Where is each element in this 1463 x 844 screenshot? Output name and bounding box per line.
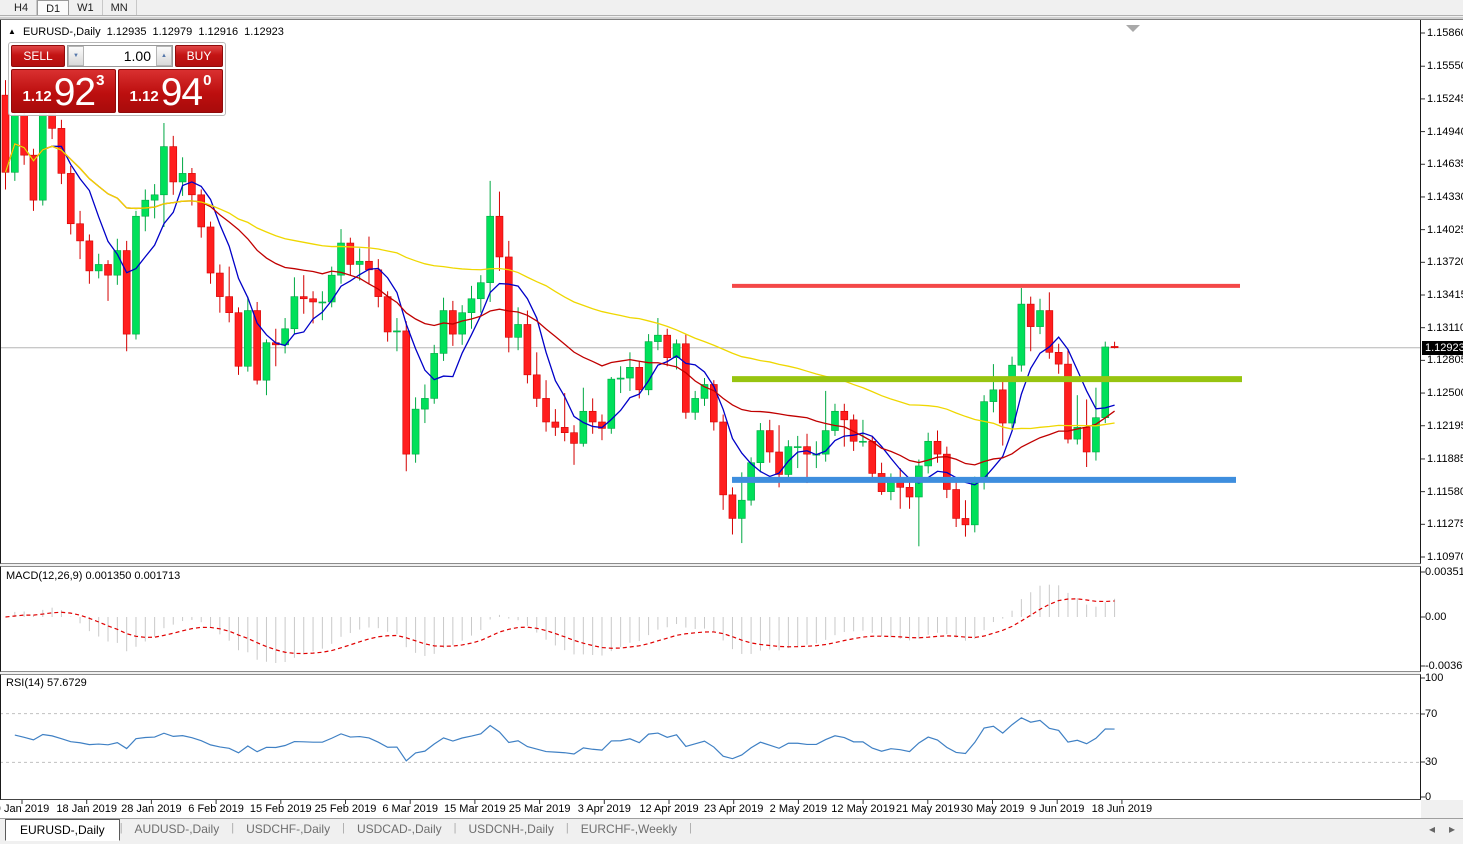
tab-scroll-right-icon[interactable]: ▸: [1449, 822, 1455, 836]
chart-canvas[interactable]: [0, 0, 1463, 844]
volume-stepper: ▼ 1.00 ▲: [67, 45, 173, 67]
price-axis-label: 1.11885: [1427, 453, 1463, 465]
date-label: 15 Feb 2019: [250, 803, 312, 815]
date-label: 21 May 2019: [896, 803, 960, 815]
price-axis-label: 1.14025: [1427, 224, 1463, 236]
macd-axis-label: -0.00367: [1425, 660, 1463, 672]
macd-label: MACD(12,26,9) 0.001350 0.001713: [6, 570, 180, 582]
macd-axis-label: 0.00: [1425, 611, 1446, 623]
sell-price-big: 92: [54, 77, 95, 108]
buy-price-pip: 0: [203, 73, 211, 88]
price-axis-label: 1.15550: [1427, 60, 1463, 72]
rsi-axis-label: 70: [1425, 708, 1437, 720]
ohlc-open: 1.12935: [107, 26, 147, 38]
date-label: 28 Jan 2019: [121, 803, 182, 815]
ohlc-close: 1.12923: [244, 26, 284, 38]
price-axis-label: 1.15860: [1427, 27, 1463, 39]
rsi-label: RSI(14) 57.6729: [6, 677, 87, 689]
symbol-tab-usdcad[interactable]: USDCAD-,Daily: [345, 819, 454, 839]
symbol-tab-usdchf[interactable]: USDCHF-,Daily: [234, 819, 342, 839]
sell-button[interactable]: SELL: [11, 45, 65, 67]
symbol-tab-bar: EURUSD-,Daily|AUDUSD-,Daily|USDCHF-,Dail…: [0, 818, 1463, 844]
price-axis-label: 1.11275: [1427, 518, 1463, 530]
price-axis-label: 1.13415: [1427, 289, 1463, 301]
tab-scroll-left-icon[interactable]: ◂: [1429, 822, 1435, 836]
price-axis-label: 1.15245: [1427, 93, 1463, 105]
price-axis-label: 1.12195: [1427, 420, 1463, 432]
volume-decrease-button[interactable]: ▼: [68, 46, 84, 66]
symbol-tab-eurchf[interactable]: EURCHF-,Weekly: [569, 819, 689, 839]
sell-price-pip: 3: [96, 73, 104, 88]
date-label: 3 Apr 2019: [578, 803, 631, 815]
price-axis-label: 1.13110: [1427, 322, 1463, 334]
date-label: 12 Apr 2019: [639, 803, 698, 815]
date-label: 18 Jun 2019: [1092, 803, 1153, 815]
date-label: 9 Jun 2019: [1030, 803, 1084, 815]
date-label: 30 May 2019: [961, 803, 1025, 815]
date-label: 2 May 2019: [770, 803, 827, 815]
price-axis-label: 1.14940: [1427, 126, 1463, 138]
price-axis-label: 1.12500: [1427, 387, 1463, 399]
price-axis-label: 1.10970: [1427, 551, 1463, 563]
buy-price-big: 94: [161, 77, 202, 108]
date-label: 6 Feb 2019: [188, 803, 244, 815]
sell-price-prefix: 1.12: [23, 89, 52, 104]
chart-shift-marker-icon: [1126, 25, 1140, 32]
date-label: 9 Jan 2019: [0, 803, 49, 815]
buy-price-prefix: 1.12: [130, 89, 159, 104]
price-axis-label: 1.14635: [1427, 158, 1463, 170]
symbol-period-label: EURUSD-,Daily: [23, 26, 101, 38]
rsi-axis-label: 100: [1425, 672, 1443, 684]
date-label: 6 Mar 2019: [382, 803, 438, 815]
macd-axis-label: 0.003518: [1425, 566, 1463, 578]
rsi-axis-label: 0: [1425, 791, 1431, 803]
chart-title: ▲ EURUSD-,Daily 1.12935 1.12979 1.12916 …: [8, 26, 287, 38]
date-label: 12 May 2019: [831, 803, 895, 815]
date-label: 15 Mar 2019: [444, 803, 506, 815]
ohlc-high: 1.12979: [153, 26, 193, 38]
price-axis-label: 1.12805: [1427, 354, 1463, 366]
buy-button[interactable]: BUY: [175, 45, 223, 67]
price-axis-label: 1.13720: [1427, 256, 1463, 268]
volume-input[interactable]: 1.00: [84, 46, 156, 66]
date-label: 25 Mar 2019: [509, 803, 571, 815]
one-click-trading-widget: SELL ▼ 1.00 ▲ BUY 1.12 92 3 1.12 94 0: [8, 42, 226, 116]
price-axis-label: 1.14330: [1427, 191, 1463, 203]
date-label: 23 Apr 2019: [704, 803, 763, 815]
sell-price-button[interactable]: 1.12 92 3: [11, 69, 116, 113]
symbol-tab-audusd[interactable]: AUDUSD-,Daily: [123, 819, 232, 839]
volume-increase-button[interactable]: ▲: [156, 46, 172, 66]
date-label: 18 Jan 2019: [56, 803, 117, 815]
symbol-tab-eurusd[interactable]: EURUSD-,Daily: [5, 819, 120, 841]
rsi-axis-label: 30: [1425, 756, 1437, 768]
date-label: 25 Feb 2019: [315, 803, 377, 815]
ohlc-low: 1.12916: [198, 26, 238, 38]
tab-separator: |: [689, 819, 692, 837]
collapse-icon[interactable]: ▲: [8, 27, 16, 36]
price-axis-label: 1.11580: [1427, 486, 1463, 498]
trading-platform-window: H4D1W1MN ▲ EURUSD-,Daily 1.12935 1.12979…: [0, 0, 1463, 844]
current-price-tag: 1.12923: [1422, 341, 1463, 355]
tab-scrollers: ◂ ▸: [1429, 822, 1455, 836]
symbol-tab-usdcnh[interactable]: USDCNH-,Daily: [457, 819, 566, 839]
buy-price-button[interactable]: 1.12 94 0: [118, 69, 223, 113]
